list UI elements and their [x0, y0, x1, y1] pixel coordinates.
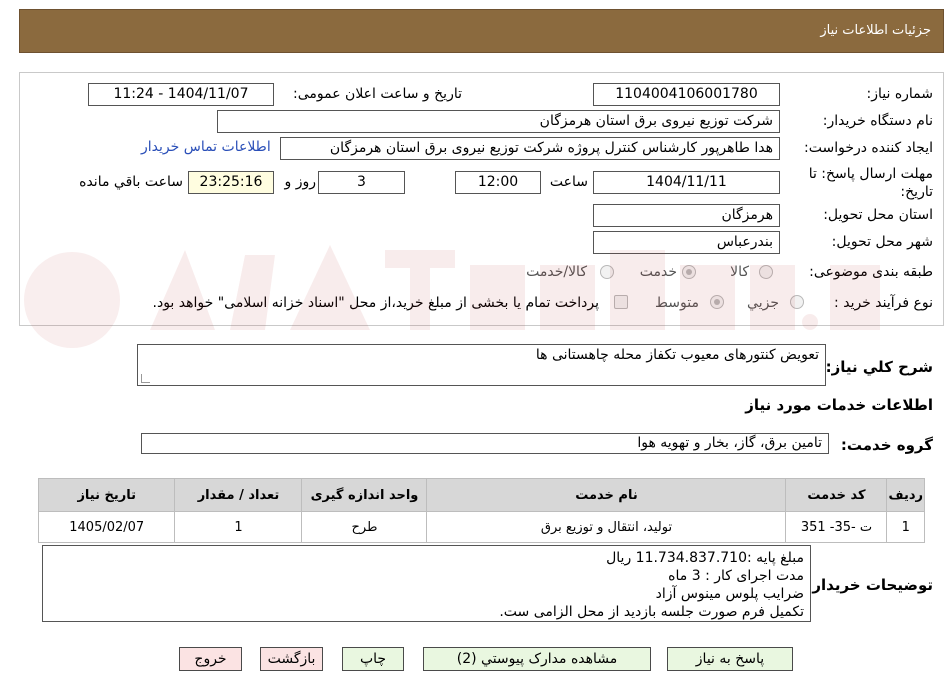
- city-label: شهر محل تحویل:: [831, 234, 933, 250]
- cell-row-number: 1: [886, 511, 925, 543]
- need-number-field: 1104004106001780: [593, 83, 780, 106]
- buyer-contact-link[interactable]: اطلاعات تماس خریدار: [141, 139, 271, 155]
- col-service-code: کد خدمت: [785, 478, 888, 512]
- category-service-label: خدمت: [639, 264, 677, 280]
- reply-button[interactable]: پاسخ به نیاز: [667, 647, 793, 671]
- attachments-button[interactable]: مشاهده مدارک پیوستي (2): [423, 647, 651, 671]
- requester-label: ایجاد کننده درخواست:: [804, 140, 933, 156]
- deadline-label-line1: مهلت ارسال پاسخ: تا: [808, 166, 933, 182]
- deadline-label-line2: تاریخ:: [900, 184, 933, 200]
- buyer-note-line: مدت اجرای کار : 3 ماه: [668, 568, 804, 584]
- table-header-row: ردیف کد خدمت نام خدمت واحد اندازه گیری ت…: [37, 478, 925, 512]
- province-label: استان محل تحویل:: [823, 207, 933, 223]
- need-number-label: شماره نیاز:: [866, 86, 934, 102]
- days-field: 3: [318, 171, 405, 194]
- treasury-payment-note: پرداخت تمام یا بخشی از مبلغ خرید،از محل …: [152, 295, 599, 311]
- col-row-number: ردیف: [886, 478, 925, 512]
- cell-unit: طرح: [301, 511, 428, 543]
- buyer-notes-label: توضیحات خریدار:: [806, 576, 933, 594]
- col-quantity: تعداد / مقدار: [174, 478, 303, 512]
- city-field: بندرعباس: [593, 231, 780, 254]
- services-title: اطلاعات خدمات مورد نیاز: [745, 396, 933, 414]
- table-row: 1 ت -35- 351 تولید، انتقال و توزیع برق ط…: [37, 511, 925, 543]
- remaining-time-field: 23:25:16: [188, 171, 274, 194]
- category-goods-radio[interactable]: [759, 265, 773, 279]
- cell-service-name: تولید، انتقال و توزیع برق: [426, 511, 787, 543]
- service-group-label: گروه خدمت:: [840, 436, 933, 454]
- process-medium-label: متوسط: [655, 295, 699, 311]
- cell-service-code: ت -35- 351: [785, 511, 888, 543]
- back-button[interactable]: بازگشت: [260, 647, 323, 671]
- buyer-note-line: ضرایب پلوس مینوس آزاد: [655, 586, 804, 602]
- process-minor-label: جزیي: [747, 295, 779, 311]
- category-service-radio[interactable]: [682, 265, 696, 279]
- cell-quantity: 1: [174, 511, 303, 543]
- buyer-note-line: مبلغ پایه :11.734.837.710 ریال: [606, 550, 804, 566]
- process-label: نوع فرآیند خرید :: [834, 295, 933, 311]
- buyer-org-field: شرکت توزیع نیروی برق استان هرمزگان: [217, 110, 780, 133]
- service-group-field: تامین برق، گاز، بخار و تهویه هوا: [141, 433, 829, 454]
- summary-textarea: تعویض کنتورهای معیوب تکفاز محله چاهستانی…: [137, 344, 826, 386]
- summary-label: شرح کلي نياز:: [825, 358, 933, 376]
- cell-need-date: 1405/02/07: [37, 511, 176, 543]
- exit-button[interactable]: خروج: [179, 647, 242, 671]
- page-title: جزئیات اطلاعات نیاز: [820, 23, 931, 38]
- category-label: طبقه بندی موضوعی:: [809, 264, 933, 280]
- col-need-date: تاریخ نیاز: [37, 478, 176, 512]
- province-field: هرمزگان: [593, 204, 780, 227]
- deadline-date-field: 1404/11/11: [593, 171, 780, 194]
- process-medium-radio[interactable]: [710, 295, 724, 309]
- print-button[interactable]: چاپ: [342, 647, 404, 671]
- treasury-payment-checkbox[interactable]: [614, 295, 628, 309]
- resize-handle-icon[interactable]: [141, 374, 150, 383]
- deadline-time-field: 12:00: [455, 171, 541, 194]
- category-goods-service-label: کالا/خدمت: [526, 264, 587, 280]
- category-goods-label: کالا: [730, 264, 749, 280]
- deadline-time-label: ساعت: [549, 174, 588, 190]
- buyer-note-line: تکمیل فرم صورت جلسه بازدید از محل الزامی…: [499, 604, 804, 620]
- announce-datetime-field: 1404/11/07 - 11:24: [88, 83, 274, 106]
- announce-label: تاریخ و ساعت اعلان عمومی:: [293, 86, 462, 102]
- process-minor-radio[interactable]: [790, 295, 804, 309]
- remaining-label: ساعت باقي مانده: [79, 174, 183, 190]
- page-header: جزئیات اطلاعات نیاز: [19, 9, 944, 53]
- category-goods-service-radio[interactable]: [600, 265, 614, 279]
- services-table: ردیف کد خدمت نام خدمت واحد اندازه گیری ت…: [37, 478, 925, 543]
- requester-field: هدا طاهرپور کارشناس کنترل پروژه شرکت توز…: [280, 137, 780, 160]
- buyer-org-label: نام دستگاه خریدار:: [822, 113, 933, 129]
- buyer-notes-textarea: مبلغ پایه :11.734.837.710 ریال مدت اجرای…: [42, 545, 811, 622]
- days-label: روز و: [284, 174, 317, 190]
- col-unit: واحد اندازه گیری: [301, 478, 428, 512]
- summary-text: تعویض کنتورهای معیوب تکفاز محله چاهستانی…: [535, 347, 819, 363]
- col-service-name: نام خدمت: [426, 478, 787, 512]
